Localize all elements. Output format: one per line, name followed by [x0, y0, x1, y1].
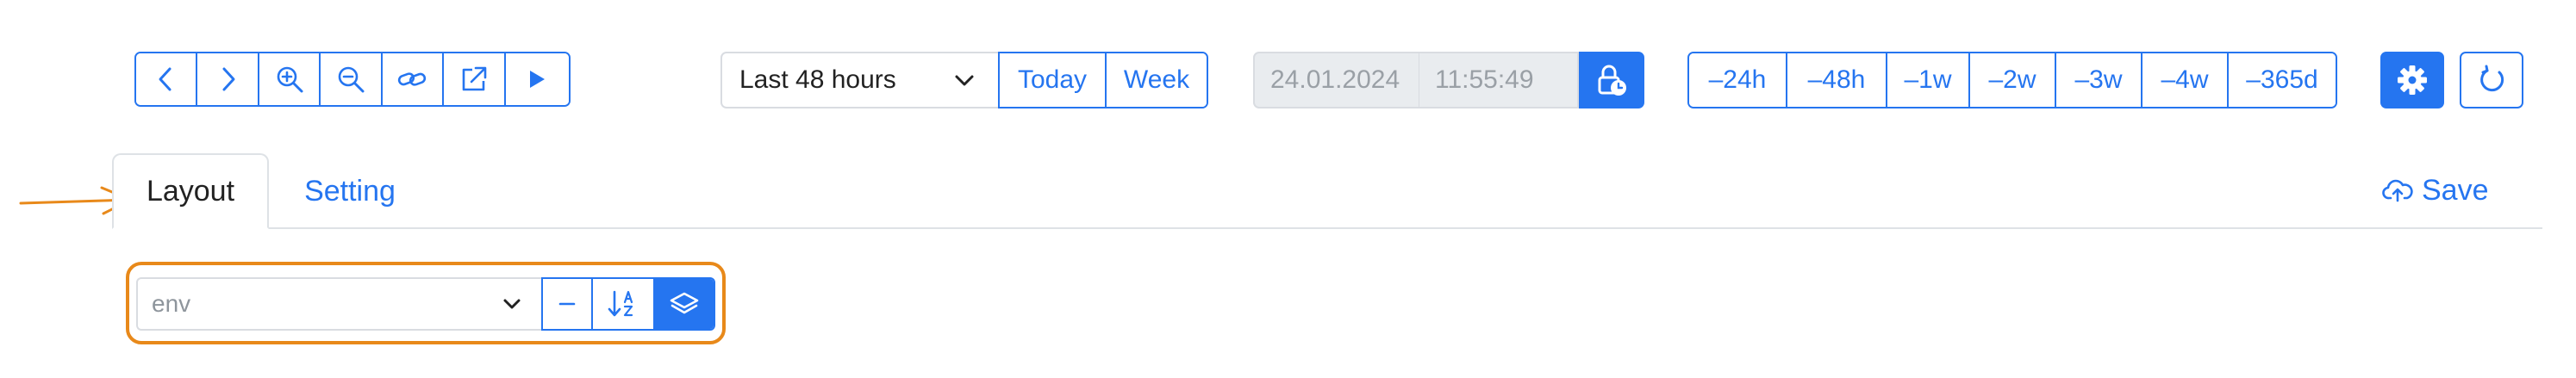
preset-24h-button[interactable]: –24h	[1689, 53, 1787, 107]
external-link-icon	[462, 66, 487, 91]
layers-button[interactable]	[655, 279, 714, 329]
sort-alpha-icon	[608, 290, 633, 317]
time-range-select[interactable]: Last 48 hours	[720, 52, 998, 108]
env-tools	[541, 277, 715, 331]
gear-icon	[2398, 65, 2427, 95]
preset-2w-button[interactable]: –2w	[1970, 53, 2056, 107]
preset-1w-button[interactable]: –1w	[1887, 53, 1970, 107]
rotate-icon	[2480, 65, 2504, 92]
play-icon	[530, 71, 546, 88]
preset-48h-button[interactable]: –48h	[1787, 53, 1887, 107]
week-button[interactable]: Week	[1107, 53, 1207, 107]
open-external-button[interactable]	[444, 53, 506, 105]
time-lock-button[interactable]	[1579, 52, 1644, 108]
sort-button[interactable]	[593, 279, 655, 329]
preset-3w-button[interactable]: –3w	[2056, 53, 2143, 107]
zoom-in-button[interactable]	[259, 53, 321, 105]
save-label: Save	[2422, 173, 2489, 207]
env-select[interactable]: env	[136, 277, 541, 331]
play-button[interactable]	[505, 53, 569, 105]
preset-4w-button[interactable]: –4w	[2143, 53, 2229, 107]
back-button[interactable]	[136, 53, 198, 105]
zoom-out-button[interactable]	[321, 53, 383, 105]
lock-clock-icon	[1598, 65, 1626, 96]
minus-icon	[558, 302, 576, 306]
link-icon	[398, 72, 427, 86]
layers-icon	[670, 292, 699, 314]
relative-presets: –24h –48h –1w –2w –3w –4w –365d	[1687, 52, 2337, 108]
remove-button[interactable]	[543, 279, 593, 329]
save-button[interactable]: Save	[2382, 169, 2489, 212]
preset-365d-button[interactable]: –365d	[2229, 53, 2336, 107]
chevron-down-icon	[503, 299, 521, 309]
link-button[interactable]	[382, 53, 445, 105]
env-placeholder: env	[152, 290, 191, 317]
cloud-upload-icon	[2382, 179, 2413, 202]
tab-divider	[112, 227, 2542, 229]
nav-toolbar	[134, 52, 571, 107]
forward-button[interactable]	[197, 53, 259, 105]
settings-button[interactable]	[2380, 52, 2444, 108]
chevron-left-icon	[159, 67, 172, 91]
zoom-in-icon	[277, 66, 303, 93]
dashboard-editor: Last 48 hours Today Week 24.01.2024 11:5…	[0, 0, 2576, 378]
tab-setting[interactable]: Setting	[284, 153, 415, 229]
zoom-out-icon	[338, 66, 365, 93]
chevron-right-icon	[222, 67, 235, 91]
date-field: 24.01.2024	[1253, 52, 1419, 108]
today-button[interactable]: Today	[1000, 53, 1107, 107]
quick-range-group: Today Week	[998, 52, 1208, 108]
time-field: 11:55:49	[1419, 52, 1579, 108]
chevron-down-icon	[955, 75, 974, 86]
reset-button[interactable]	[2460, 52, 2523, 108]
tab-layout[interactable]: Layout	[112, 153, 269, 229]
time-range-value: Last 48 hours	[739, 65, 896, 94]
